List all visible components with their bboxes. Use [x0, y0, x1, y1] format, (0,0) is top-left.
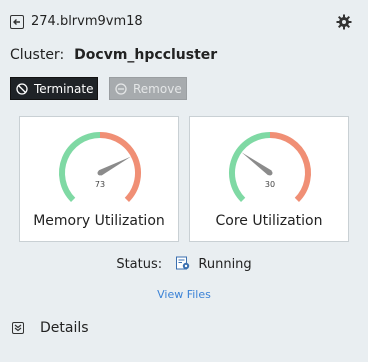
remove-label: Remove	[133, 81, 182, 96]
core-utilization-label: Core Utilization	[215, 213, 323, 229]
memory-utilization-card: 73 Memory Utilization	[19, 116, 179, 242]
status-row: Status: Running	[0, 256, 368, 272]
status-label: Status:	[116, 257, 163, 272]
terminate-label: Terminate	[34, 81, 94, 96]
terminate-button[interactable]: Terminate	[10, 77, 98, 100]
core-gauge-value: 30	[265, 180, 275, 189]
status-value: Running	[198, 257, 252, 272]
core-gauge: 30	[229, 132, 311, 202]
core-gauge-needle	[241, 152, 272, 176]
cluster-row: Cluster: Docvm_hpccluster	[10, 47, 217, 63]
details-label: Details	[40, 320, 89, 336]
remove-button[interactable]: Remove	[109, 77, 187, 100]
memory-gauge-value: 73	[95, 180, 105, 189]
terminate-icon	[16, 82, 28, 95]
view-files-link[interactable]: View Files	[0, 288, 368, 301]
memory-gauge: 73	[59, 132, 141, 202]
back-icon[interactable]	[10, 15, 24, 29]
chevron-down-icon	[12, 322, 24, 334]
vm-details-panel: 274.blrvm9vm18 Cluster: Docvm_hpccluster …	[0, 0, 368, 362]
gear-icon[interactable]	[336, 14, 352, 30]
memory-utilization-label: Memory Utilization	[33, 213, 165, 229]
cluster-name: Docvm_hpccluster	[74, 47, 218, 63]
cluster-label: Cluster:	[10, 47, 65, 63]
remove-icon	[115, 82, 127, 95]
core-utilization-card: 30 Core Utilization	[189, 116, 349, 242]
vm-name: 274.blrvm9vm18	[31, 14, 143, 29]
memory-gauge-needle	[98, 156, 131, 176]
running-status-icon	[176, 256, 190, 270]
panel-header: 274.blrvm9vm18	[8, 14, 360, 34]
